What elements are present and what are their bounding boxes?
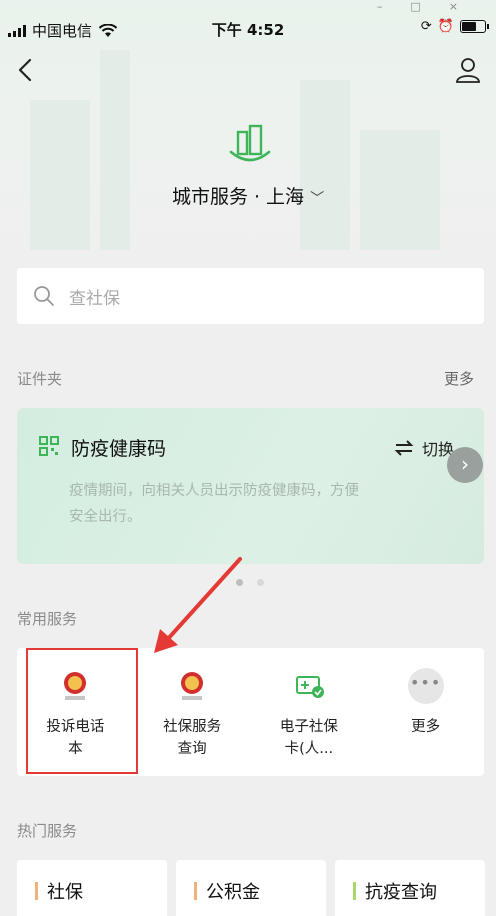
- service-label: 更多: [411, 719, 441, 735]
- more-icon: •••: [407, 668, 444, 704]
- national-emblem-icon: [181, 672, 204, 700]
- hot-service-epidemic-query[interactable]: 抗疫查询: [335, 860, 485, 916]
- alarm-icon: ⏰: [437, 19, 454, 34]
- hot-service-label: 社保: [47, 882, 83, 903]
- hot-services-label: 热门服务: [17, 822, 78, 840]
- search-placeholder: 查社保: [69, 288, 120, 309]
- status-bar: –□× 中国电信 下午 4:52 ⟳ ⏰: [0, 0, 496, 58]
- accent-bar: [194, 882, 197, 900]
- qr-code-icon: [39, 436, 59, 456]
- accent-bar: [35, 882, 38, 900]
- battery-icon: [460, 20, 489, 33]
- city-services-logo-icon: [229, 124, 271, 162]
- switch-button[interactable]: 切换: [394, 436, 454, 460]
- health-code-description: 疫情期间，向相关人员出示防疫健康码，方便安全出行。: [69, 483, 359, 525]
- common-services-label: 常用服务: [17, 610, 78, 628]
- documents-more-link[interactable]: 更多: [444, 368, 474, 389]
- window-controls: –□×: [376, 0, 486, 13]
- hot-service-social-security[interactable]: 社保: [17, 860, 167, 916]
- carousel-next-button[interactable]: ›: [447, 447, 483, 483]
- search-icon: [34, 286, 54, 306]
- social-security-card-icon: [295, 676, 324, 698]
- accent-bar: [353, 882, 356, 900]
- service-label: 社保服务 查询: [163, 719, 222, 757]
- city-title-label: 城市服务 · 上海: [171, 186, 305, 208]
- service-label: 电子社保 卡(人...: [279, 719, 338, 757]
- annotation-arrow-icon: [154, 557, 242, 653]
- user-profile-button[interactable]: [454, 56, 482, 84]
- swap-icon: [394, 440, 414, 456]
- back-button[interactable]: [14, 56, 38, 84]
- service-social-security-query[interactable]: 社保服务 查询: [134, 648, 251, 776]
- search-input[interactable]: 查社保: [17, 268, 484, 324]
- documents-section-label: 证件夹: [17, 370, 63, 388]
- hot-service-label: 抗疫查询: [365, 882, 437, 903]
- chevron-right-icon: ›: [461, 452, 469, 476]
- hot-service-housing-fund[interactable]: 公积金: [176, 860, 326, 916]
- highlight-box: [26, 648, 138, 774]
- service-more[interactable]: ••• 更多: [367, 648, 484, 776]
- service-e-social-security-card[interactable]: 电子社保 卡(人...: [251, 648, 368, 776]
- hot-service-label: 公积金: [206, 882, 260, 903]
- health-code-card[interactable]: 防疫健康码 切换 疫情期间，向相关人员出示防疫健康码，方便安全出行。: [17, 408, 484, 564]
- rotation-lock-icon: ⟳: [420, 19, 432, 34]
- health-code-title: 防疫健康码: [71, 438, 167, 460]
- chevron-down-icon: ﹀: [310, 190, 325, 207]
- city-selector[interactable]: 城市服务 · 上海 ﹀: [0, 182, 496, 209]
